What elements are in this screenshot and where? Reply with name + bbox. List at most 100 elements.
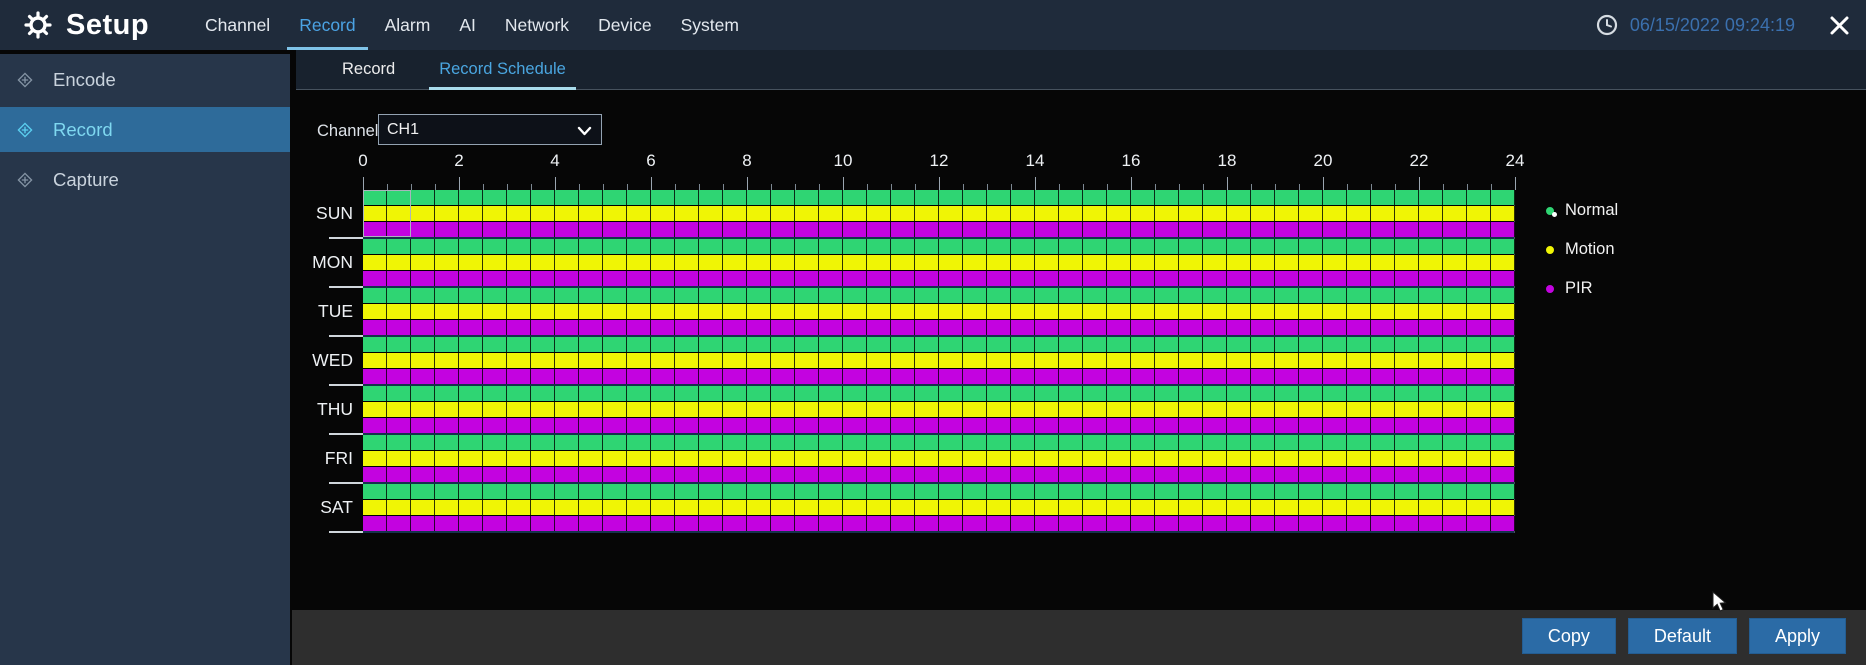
stripe-pir[interactable] bbox=[363, 271, 1515, 286]
hour-label: 0 bbox=[358, 151, 368, 170]
apply-button[interactable]: Apply bbox=[1748, 618, 1846, 654]
copy-button[interactable]: Copy bbox=[1521, 618, 1616, 654]
scheduled-range[interactable] bbox=[363, 500, 1515, 515]
channel-dropdown[interactable]: CH1 bbox=[378, 114, 602, 145]
schedule-row-wed[interactable] bbox=[363, 337, 1515, 386]
stripe-pir[interactable] bbox=[363, 222, 1515, 237]
selected-cell-outline bbox=[363, 190, 411, 237]
scheduled-range[interactable] bbox=[363, 484, 1515, 499]
schedule-row-thu[interactable] bbox=[363, 386, 1515, 435]
scheduled-range[interactable] bbox=[363, 451, 1515, 466]
day-label-sat: SAT bbox=[320, 497, 353, 517]
scheduled-range[interactable] bbox=[363, 271, 1515, 286]
scheduled-range[interactable] bbox=[363, 435, 1515, 450]
legend-radio-normal[interactable]: Normal bbox=[1546, 198, 1618, 223]
legend-radio-pir[interactable]: PIR bbox=[1546, 276, 1618, 301]
radio-selected-dot bbox=[1551, 212, 1557, 217]
scheduled-range[interactable] bbox=[363, 467, 1515, 482]
stripe-normal[interactable] bbox=[363, 190, 1515, 205]
footer-buttons: Copy Default Apply bbox=[1521, 618, 1846, 654]
stripe-motion[interactable] bbox=[363, 353, 1515, 368]
hour-label: 22 bbox=[1409, 151, 1429, 170]
menu-item-ai[interactable]: AI bbox=[447, 0, 488, 50]
stripe-motion[interactable] bbox=[363, 255, 1515, 270]
scheduled-range[interactable] bbox=[363, 337, 1515, 352]
schedule-row-sat[interactable] bbox=[363, 484, 1515, 533]
scheduled-range[interactable] bbox=[363, 402, 1515, 417]
stripe-pir[interactable] bbox=[363, 320, 1515, 335]
datetime-display: 06/15/2022 09:24:19 bbox=[1629, 14, 1795, 35]
tick-mark bbox=[555, 177, 556, 190]
sidebar-item-record[interactable]: Record bbox=[0, 107, 290, 152]
menu-item-channel[interactable]: Channel bbox=[193, 0, 282, 50]
stripe-normal[interactable] bbox=[363, 337, 1515, 352]
menu-item-record[interactable]: Record bbox=[287, 0, 368, 50]
tick-mark bbox=[843, 177, 844, 190]
sidebar-item-encode[interactable]: Encode bbox=[0, 57, 290, 102]
scheduled-range[interactable] bbox=[363, 418, 1515, 433]
tick-mark bbox=[651, 177, 652, 190]
hour-label: 20 bbox=[1313, 151, 1333, 170]
legend-label: PIR bbox=[1565, 279, 1593, 297]
stripe-pir[interactable] bbox=[363, 467, 1515, 482]
schedule-row-fri[interactable] bbox=[363, 435, 1515, 484]
tick-mark bbox=[747, 177, 748, 190]
tick-mark bbox=[1419, 177, 1420, 190]
stripe-normal[interactable] bbox=[363, 288, 1515, 303]
scheduled-range[interactable] bbox=[363, 288, 1515, 303]
legend-label: Motion bbox=[1565, 240, 1615, 258]
stripe-pir[interactable] bbox=[363, 418, 1515, 433]
stripe-normal[interactable] bbox=[363, 386, 1515, 401]
menu-item-network[interactable]: Network bbox=[493, 0, 581, 50]
page-title: Setup bbox=[66, 8, 150, 41]
scheduled-range[interactable] bbox=[363, 222, 1515, 237]
top-bar: Setup Channel Record Alarm AI Network Device S… bbox=[0, 0, 1866, 50]
stripe-pir[interactable] bbox=[363, 516, 1515, 531]
menu-item-alarm[interactable]: Alarm bbox=[373, 0, 443, 50]
footer-bar: Copy Default Apply bbox=[292, 610, 1866, 665]
tab-record-schedule[interactable]: Record Schedule bbox=[429, 50, 576, 90]
stripe-motion[interactable] bbox=[363, 402, 1515, 417]
default-button[interactable]: Default bbox=[1627, 618, 1737, 654]
menu-item-system[interactable]: System bbox=[669, 0, 751, 50]
scheduled-range[interactable] bbox=[363, 386, 1515, 401]
menu-item-device[interactable]: Device bbox=[586, 0, 664, 50]
channel-label: Channel bbox=[317, 122, 379, 140]
schedule-row-tue[interactable] bbox=[363, 288, 1515, 337]
scheduled-range[interactable] bbox=[363, 255, 1515, 270]
scheduled-range[interactable] bbox=[363, 516, 1515, 531]
schedule-grid[interactable] bbox=[363, 190, 1515, 533]
scheduled-range[interactable] bbox=[363, 353, 1515, 368]
day-label-thu: THU bbox=[317, 399, 353, 419]
legend-label: Normal bbox=[1565, 201, 1619, 219]
tab-record[interactable]: Record bbox=[332, 50, 405, 90]
scheduled-range[interactable] bbox=[363, 320, 1515, 335]
stripe-motion[interactable] bbox=[363, 500, 1515, 515]
channel-dropdown-value: CH1 bbox=[387, 120, 420, 138]
day-divider-line bbox=[329, 531, 363, 533]
scheduled-range[interactable] bbox=[363, 239, 1515, 254]
stripe-motion[interactable] bbox=[363, 451, 1515, 466]
stripe-normal[interactable] bbox=[363, 435, 1515, 450]
hour-label: 4 bbox=[550, 151, 560, 170]
scheduled-range[interactable] bbox=[363, 190, 1515, 205]
sidebar-item-capture[interactable]: Capture bbox=[0, 157, 290, 202]
stripe-motion[interactable] bbox=[363, 206, 1515, 221]
schedule-row-sun[interactable] bbox=[363, 190, 1515, 239]
sidebar-item-label: Record bbox=[53, 118, 113, 140]
schedule-row-mon[interactable] bbox=[363, 239, 1515, 288]
stripe-pir[interactable] bbox=[363, 369, 1515, 384]
radio-ring-icon bbox=[1546, 206, 1557, 217]
hour-label: 24 bbox=[1505, 151, 1525, 170]
scheduled-range[interactable] bbox=[363, 206, 1515, 221]
scheduled-range[interactable] bbox=[363, 304, 1515, 319]
legend-radio-motion[interactable]: Motion bbox=[1546, 237, 1618, 262]
sidebar-item-label: Capture bbox=[53, 168, 119, 190]
day-label-fri: FRI bbox=[324, 448, 353, 468]
stripe-normal[interactable] bbox=[363, 239, 1515, 254]
tick-mark bbox=[459, 177, 460, 190]
scheduled-range[interactable] bbox=[363, 369, 1515, 384]
stripe-normal[interactable] bbox=[363, 484, 1515, 499]
close-icon[interactable] bbox=[1829, 15, 1850, 36]
stripe-motion[interactable] bbox=[363, 304, 1515, 319]
